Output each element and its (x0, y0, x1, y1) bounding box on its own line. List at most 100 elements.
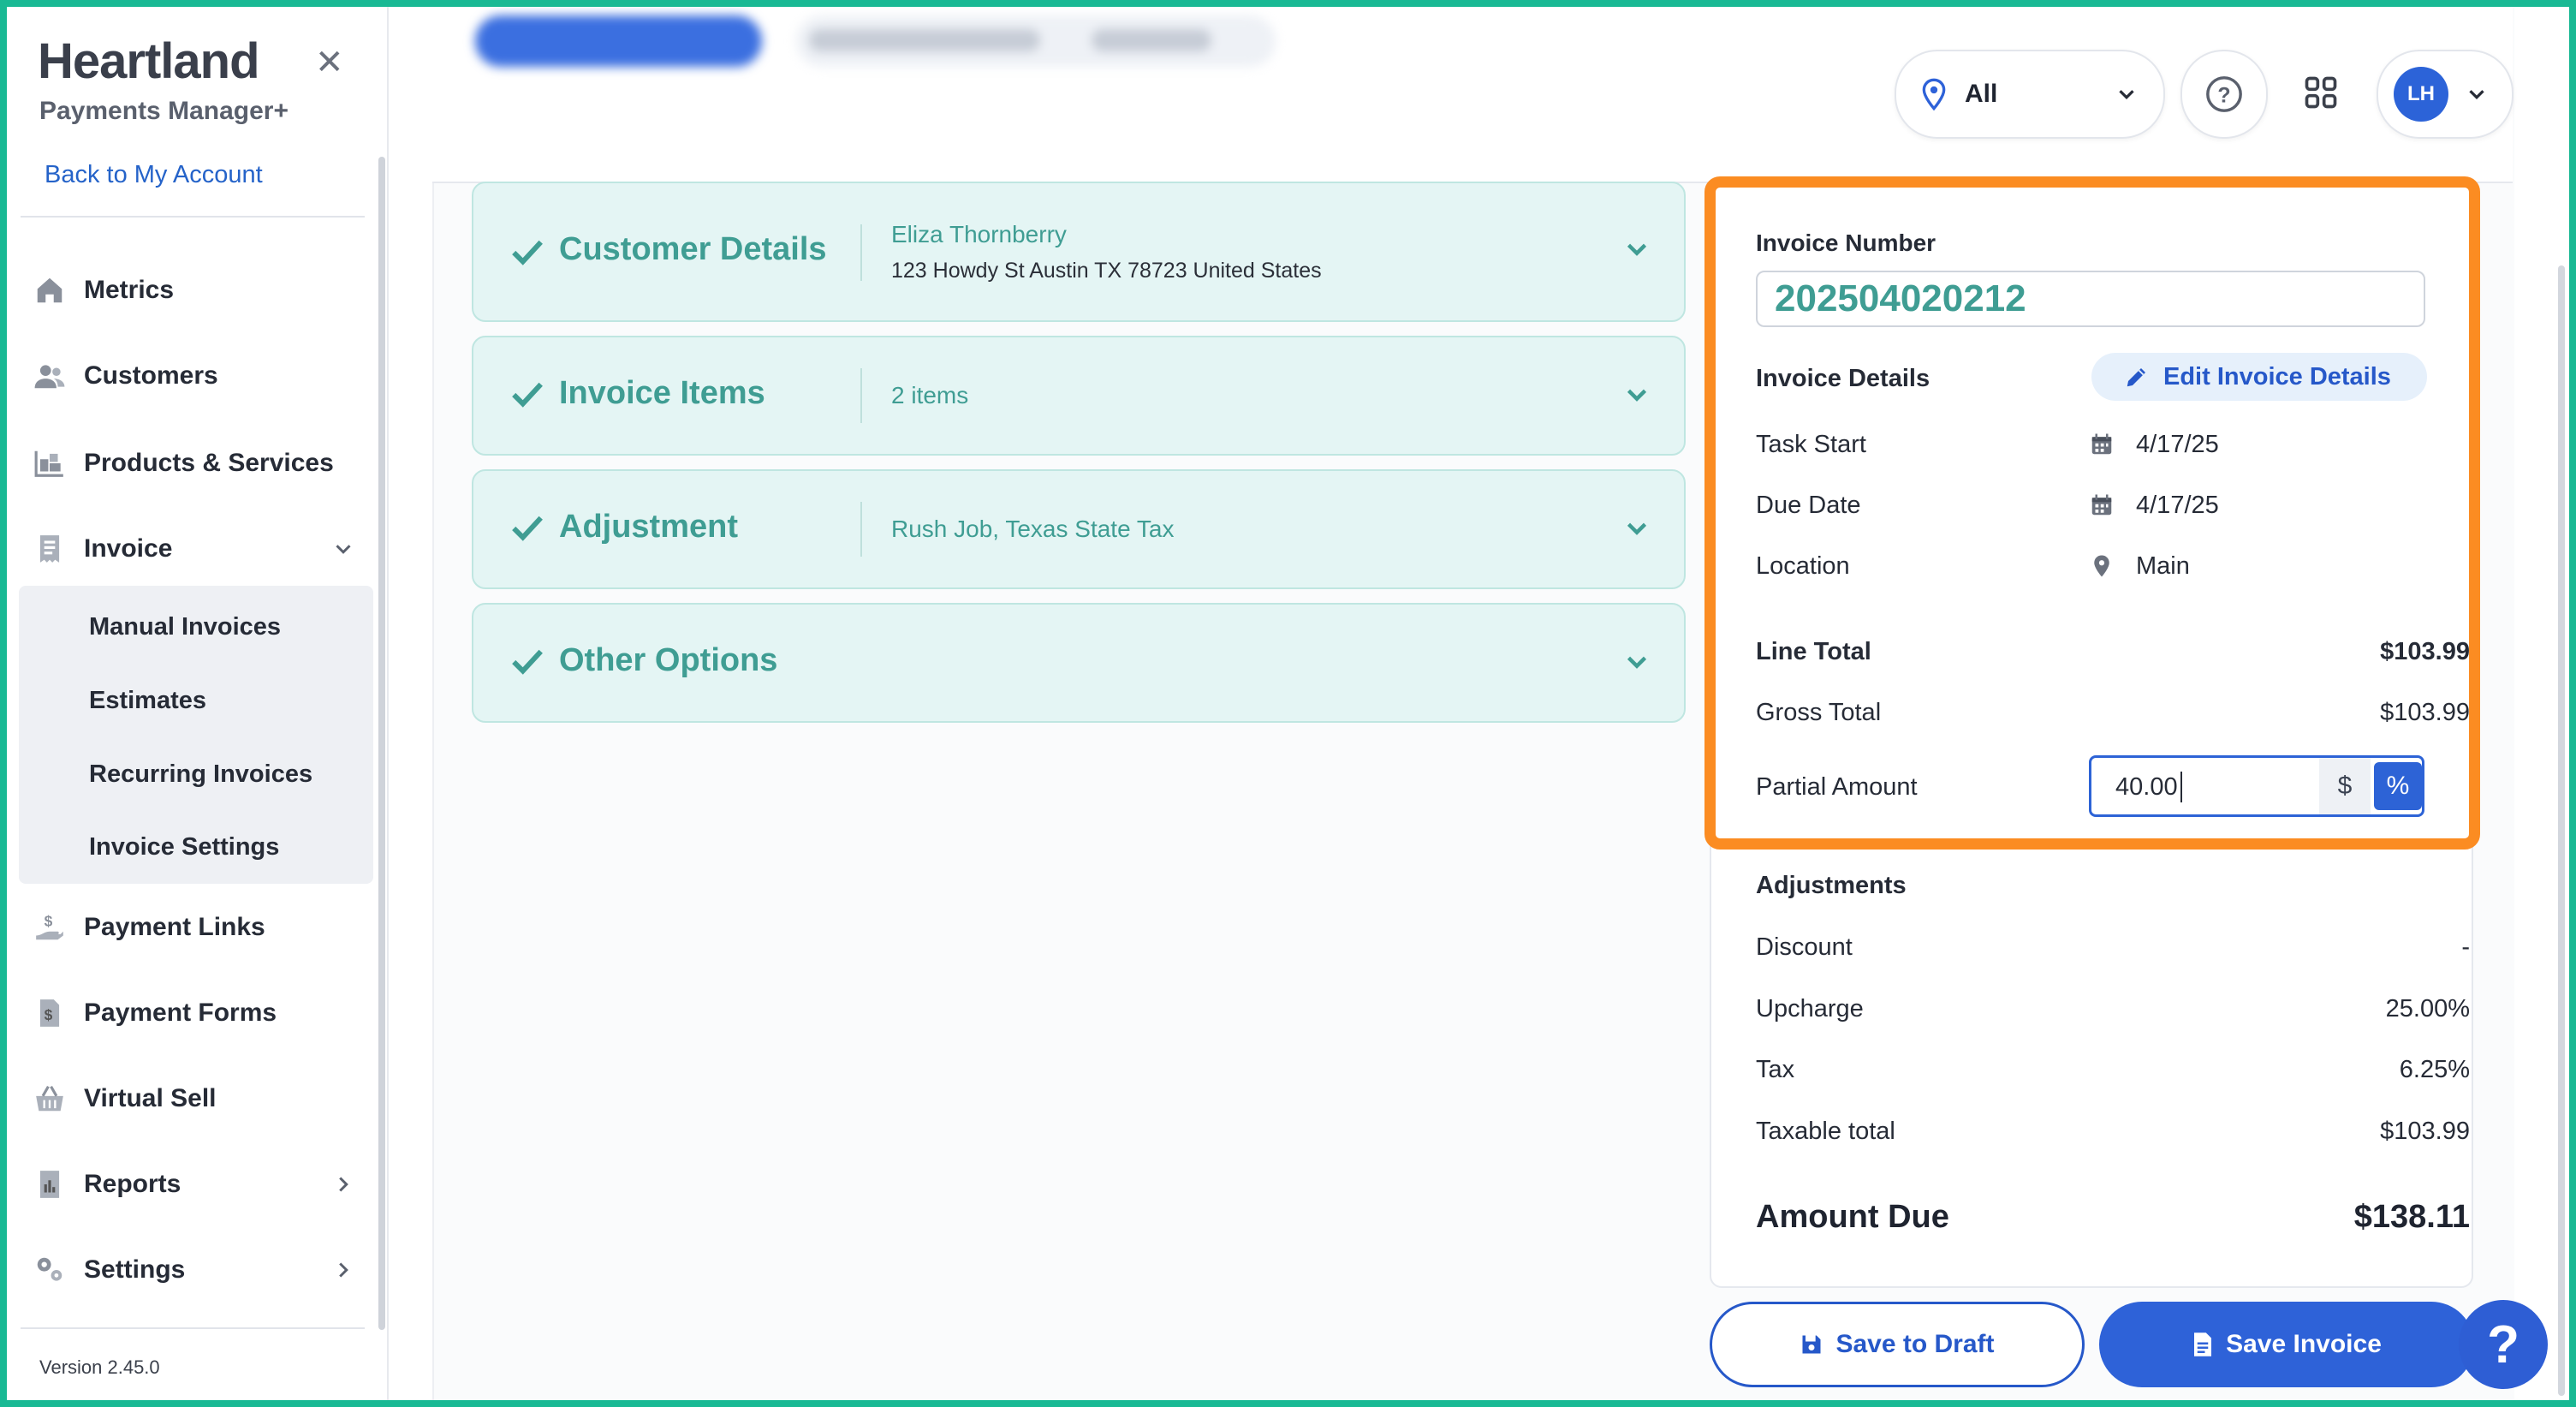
partial-amount-input[interactable]: 40.00 (2115, 773, 2178, 802)
discount-label: Discount (1756, 933, 1853, 961)
customer-address: 123 Howdy St Austin TX 78723 United Stat… (891, 259, 1322, 283)
chevron-down-icon (336, 545, 351, 554)
users-icon (31, 357, 68, 395)
sidebar-scrollbar[interactable] (378, 157, 385, 1330)
line-total-label: Line Total (1756, 638, 1871, 665)
sidebar-item-metrics[interactable]: Metrics (31, 260, 373, 320)
section-summary: Rush Job, Texas State Tax (891, 516, 1175, 542)
calendar-icon (2091, 433, 2112, 455)
section-separator (860, 502, 862, 557)
location-select[interactable]: All (1895, 50, 2165, 139)
grid-icon (2305, 76, 2337, 109)
report-icon (31, 1166, 68, 1203)
home-icon (31, 271, 68, 309)
avatar: LH (2394, 67, 2448, 122)
section-title: Invoice Items (559, 375, 765, 411)
close-icon[interactable]: ✕ (315, 43, 344, 82)
brand-subtitle: Payments Manager+ (39, 97, 289, 125)
invoice-number-field[interactable]: 202504020212 (1756, 271, 2425, 327)
back-to-account-link[interactable]: Back to My Account (45, 161, 263, 189)
chevron-down-icon (1627, 522, 1647, 535)
customer-name: Eliza Thornberry (891, 221, 1067, 247)
sidebar-item-payment-links[interactable]: $ Payment Links (31, 897, 373, 957)
boxes-icon (31, 444, 68, 482)
help-chat-button[interactable]: ? (2459, 1300, 2548, 1389)
svg-text:?: ? (2217, 84, 2230, 108)
sidebar-item-label: Payment Forms (84, 999, 277, 1027)
section-title: Adjustment (559, 509, 738, 545)
sidebar-divider (21, 1327, 365, 1329)
partial-amount-field[interactable]: 40.00 $ % (2089, 755, 2424, 817)
upcharge-label: Upcharge (1756, 995, 1864, 1022)
sidebar-item-label: Invoice (84, 534, 173, 563)
user-menu[interactable]: LH (2377, 50, 2514, 139)
task-start-value: 4/17/25 (2136, 431, 2219, 458)
submenu-manual-invoices[interactable]: Manual Invoices (89, 613, 281, 641)
page-tabs-blurred (475, 9, 1323, 77)
calendar-icon (2091, 494, 2112, 516)
chevron-down-icon (2119, 90, 2134, 100)
taxable-total-label: Taxable total (1756, 1118, 1895, 1145)
adjustments-label: Adjustments (1756, 872, 1907, 899)
sidebar-divider (21, 216, 365, 218)
pencil-icon (2127, 368, 2145, 387)
svg-text:$: $ (45, 1006, 53, 1023)
section-invoice-items[interactable]: Invoice Items 2 items (472, 336, 1686, 456)
sidebar-item-settings[interactable]: Settings (31, 1240, 373, 1300)
sidebar-item-label: Virtual Sell (84, 1084, 217, 1112)
gross-total-label: Gross Total (1756, 699, 1882, 726)
sidebar-item-label: Products & Services (84, 449, 334, 477)
sidebar: Heartland Payments Manager+ ✕ Back to My… (7, 7, 389, 1400)
section-other-options[interactable]: Other Options (472, 603, 1686, 723)
section-summary: 2 items (891, 382, 969, 408)
section-adjustment[interactable]: Adjustment Rush Job, Texas State Tax (472, 469, 1686, 589)
invoice-number-label: Invoice Number (1756, 230, 1936, 256)
sidebar-item-label: Metrics (84, 276, 175, 304)
save-invoice-button[interactable]: Save Invoice (2099, 1302, 2474, 1387)
sidebar-item-label: Payment Links (84, 913, 265, 941)
sidebar-item-customers[interactable]: Customers (31, 346, 373, 406)
sidebar-item-payment-forms[interactable]: $ Payment Forms (31, 983, 373, 1043)
chevron-down-icon (1627, 243, 1647, 256)
chevron-right-icon (339, 1262, 348, 1278)
sidebar-item-products-services[interactable]: Products & Services (31, 433, 373, 493)
sidebar-item-label: Customers (84, 361, 218, 390)
check-icon (512, 649, 543, 675)
save-to-draft-button[interactable]: Save to Draft (1710, 1302, 2085, 1387)
location-label: Location (1756, 552, 1850, 580)
sidebar-item-label: Settings (84, 1255, 186, 1284)
section-separator (860, 224, 862, 281)
chevron-right-icon (339, 1177, 348, 1192)
sidebar-item-invoice[interactable]: Invoice (31, 519, 373, 579)
sidebar-item-virtual-sell[interactable]: Virtual Sell (31, 1069, 373, 1129)
basket-icon (31, 1080, 68, 1118)
chevron-down-icon (1627, 656, 1647, 669)
partial-amount-label: Partial Amount (1756, 773, 1918, 801)
apps-button[interactable] (2282, 50, 2360, 135)
chevron-down-icon (2469, 90, 2484, 100)
main-scrollbar[interactable] (2558, 265, 2565, 1396)
sidebar-item-reports[interactable]: Reports (31, 1154, 373, 1214)
submenu-estimates[interactable]: Estimates (89, 687, 206, 715)
section-title: Other Options (559, 642, 778, 678)
dollar-toggle[interactable]: $ (2319, 758, 2371, 814)
upcharge-value: 25.00% (2385, 995, 2470, 1022)
tax-value: 6.25% (2399, 1056, 2470, 1083)
section-customer-details[interactable]: Customer Details Eliza Thornberry 123 Ho… (472, 182, 1686, 322)
sidebar-item-label: Reports (84, 1170, 181, 1198)
line-total-value: $103.99 (2380, 638, 2470, 665)
edit-invoice-details-button[interactable]: Edit Invoice Details (2091, 353, 2427, 401)
section-title: Customer Details (559, 231, 827, 267)
submenu-recurring-invoices[interactable]: Recurring Invoices (89, 760, 312, 789)
percent-toggle[interactable]: % (2374, 762, 2422, 810)
save-to-draft-label: Save to Draft (1835, 1330, 1995, 1358)
app-version: Version 2.45.0 (39, 1356, 160, 1378)
location-select-value: All (1965, 80, 1998, 108)
task-start-label: Task Start (1756, 431, 1866, 458)
help-button[interactable]: ? (2180, 50, 2268, 139)
text-caret (2180, 772, 2182, 802)
question-circle-icon: ? (2206, 76, 2242, 112)
edit-invoice-details-label: Edit Invoice Details (2163, 362, 2391, 391)
gross-total-value: $103.99 (2380, 699, 2470, 726)
submenu-invoice-settings[interactable]: Invoice Settings (89, 833, 279, 861)
